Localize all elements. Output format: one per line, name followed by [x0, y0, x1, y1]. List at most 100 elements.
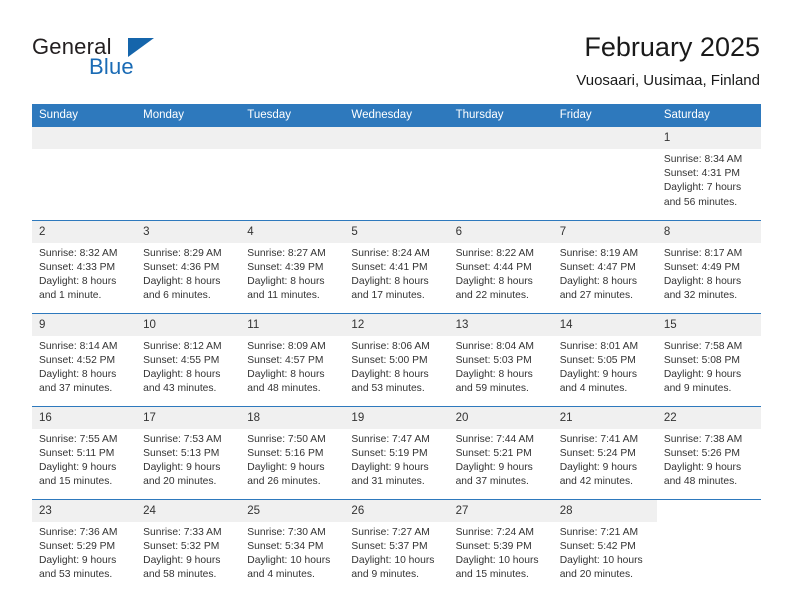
sunrise-time: Sunrise: 8:01 AM — [559, 340, 639, 352]
daylight-duration-line1: Daylight: 9 hours — [663, 461, 742, 473]
sunrise-time: Sunrise: 7:36 AM — [39, 526, 118, 538]
calendar-day-cell[interactable]: 10 Sunrise: 8:12 AM Sunset: 4:55 PM Dayligh… — [136, 312, 241, 406]
daylight-duration-line2: and 15 minutes. — [39, 476, 113, 488]
sunset-time: Sunset: 5:26 PM — [663, 447, 740, 459]
weekday-header-monday: Monday — [136, 104, 241, 127]
day-sun-info: Sunrise: 8:12 AM Sunset: 4:55 PM Daylight:… — [136, 336, 240, 397]
daylight-duration-line2: and 4 minutes. — [247, 569, 315, 581]
calendar-day-cell[interactable]: 7 Sunrise: 8:19 AM Sunset: 4:47 PM Daylight… — [552, 219, 657, 313]
calendar-day-cell-empty — [552, 127, 657, 220]
day-sun-info: Sunrise: 7:41 AM Sunset: 5:24 PM Daylight:… — [553, 429, 657, 490]
weekday-header-wednesday: Wednesday — [344, 104, 449, 127]
calendar-day-cell[interactable]: 5 Sunrise: 8:24 AM Sunset: 4:41 PM Daylight… — [344, 219, 449, 313]
calendar-day-cell[interactable]: 1 Sunrise: 8:34 AM Sunset: 4:31 PM Daylight… — [656, 127, 761, 220]
day-number: 11 — [240, 313, 345, 336]
calendar-day-cell[interactable]: 6 Sunrise: 8:22 AM Sunset: 4:44 PM Daylight… — [448, 219, 553, 313]
day-sun-info: Sunrise: 7:30 AM Sunset: 5:34 PM Daylight:… — [240, 522, 344, 583]
weekday-header-tuesday: Tuesday — [240, 104, 345, 127]
calendar-day-cell[interactable]: 26 Sunrise: 7:27 AM Sunset: 5:37 PM Dayligh… — [344, 498, 449, 592]
sunset-time: Sunset: 5:37 PM — [351, 540, 428, 552]
sunset-time: Sunset: 5:05 PM — [559, 354, 636, 366]
daylight-duration-line2: and 26 minutes. — [247, 476, 321, 488]
calendar-day-cell[interactable]: 20 Sunrise: 7:44 AM Sunset: 5:21 PM Dayligh… — [448, 405, 553, 499]
calendar-day-cell[interactable]: 25 Sunrise: 7:30 AM Sunset: 5:34 PM Dayligh… — [240, 498, 345, 592]
sunrise-time: Sunrise: 7:30 AM — [247, 526, 326, 538]
day-sun-info: Sunrise: 8:04 AM Sunset: 5:03 PM Daylight:… — [449, 336, 553, 397]
calendar-day-cell[interactable]: 15 Sunrise: 7:58 AM Sunset: 5:08 PM Dayligh… — [656, 312, 761, 406]
calendar-day-cell[interactable]: 17 Sunrise: 7:53 AM Sunset: 5:13 PM Dayligh… — [136, 405, 241, 499]
day-number: 25 — [240, 499, 345, 522]
calendar-day-cell[interactable]: 16 Sunrise: 7:55 AM Sunset: 5:11 PM Dayligh… — [32, 405, 137, 499]
sunset-time: Sunset: 5:19 PM — [351, 447, 428, 459]
daylight-duration-line1: Daylight: 8 hours — [351, 368, 429, 380]
calendar-week-row: 2 Sunrise: 8:32 AM Sunset: 4:33 PM Daylight… — [32, 219, 761, 313]
daylight-duration-line2: and 42 minutes. — [559, 476, 633, 488]
sunrise-time: Sunrise: 8:29 AM — [143, 247, 222, 259]
sunset-time: Sunset: 5:13 PM — [143, 447, 220, 459]
day-number: 10 — [136, 313, 241, 336]
calendar-day-cell[interactable]: 4 Sunrise: 8:27 AM Sunset: 4:39 PM Daylight… — [240, 219, 345, 313]
daylight-duration-line2: and 9 minutes. — [351, 569, 419, 581]
calendar-day-cell[interactable]: 8 Sunrise: 8:17 AM Sunset: 4:49 PM Daylight… — [656, 219, 761, 313]
daylight-duration-line1: Daylight: 10 hours — [247, 554, 331, 566]
daylight-duration-line1: Daylight: 10 hours — [559, 554, 643, 566]
sunrise-sunset-calendar: Sunday Monday Tuesday Wednesday Thursday… — [32, 104, 761, 592]
sunrise-time: Sunrise: 7:33 AM — [143, 526, 222, 538]
sunset-time: Sunset: 4:41 PM — [351, 261, 428, 273]
sunrise-time: Sunrise: 8:17 AM — [663, 247, 743, 259]
calendar-day-cell[interactable]: 11 Sunrise: 8:09 AM Sunset: 4:57 PM Dayligh… — [240, 312, 345, 406]
sunset-time: Sunset: 5:29 PM — [39, 540, 116, 552]
sunrise-time: Sunrise: 7:38 AM — [663, 433, 743, 445]
weekday-header-saturday: Saturday — [656, 104, 761, 127]
daylight-duration-line1: Daylight: 10 hours — [351, 554, 435, 566]
calendar-day-cell[interactable]: 14 Sunrise: 8:01 AM Sunset: 5:05 PM Dayligh… — [552, 312, 657, 406]
sunrise-time: Sunrise: 8:14 AM — [39, 340, 118, 352]
day-sun-info: Sunrise: 8:27 AM Sunset: 4:39 PM Daylight:… — [240, 243, 344, 304]
calendar-day-cell[interactable]: 18 Sunrise: 7:50 AM Sunset: 5:16 PM Dayligh… — [240, 405, 345, 499]
sunrise-time: Sunrise: 7:53 AM — [143, 433, 222, 445]
daylight-duration-line1: Daylight: 7 hours — [663, 182, 742, 194]
sunrise-time: Sunrise: 7:41 AM — [559, 433, 639, 445]
calendar-day-cell-empty — [32, 127, 137, 220]
day-number: 1 — [656, 127, 761, 149]
daylight-duration-line1: Daylight: 9 hours — [143, 554, 221, 566]
day-number: 22 — [656, 406, 761, 429]
day-number: 14 — [552, 313, 657, 336]
daylight-duration-line2: and 43 minutes. — [143, 383, 217, 395]
calendar-day-cell[interactable]: 13 Sunrise: 8:04 AM Sunset: 5:03 PM Dayligh… — [448, 312, 553, 406]
daylight-duration-line1: Daylight: 9 hours — [351, 461, 429, 473]
calendar-day-cell[interactable]: 27 Sunrise: 7:24 AM Sunset: 5:39 PM Dayligh… — [448, 498, 553, 592]
daylight-duration-line1: Daylight: 9 hours — [559, 461, 637, 473]
calendar-day-cell[interactable]: 12 Sunrise: 8:06 AM Sunset: 5:00 PM Dayligh… — [344, 312, 449, 406]
daylight-duration-line1: Daylight: 9 hours — [39, 554, 117, 566]
calendar-day-cell[interactable]: 28 Sunrise: 7:21 AM Sunset: 5:42 PM Dayligh… — [552, 498, 657, 592]
page-title: February 2025 — [584, 32, 760, 62]
sunrise-time: Sunrise: 8:34 AM — [663, 154, 743, 165]
calendar-day-cell[interactable]: 9 Sunrise: 8:14 AM Sunset: 4:52 PM Daylight… — [32, 312, 137, 406]
daylight-duration-line1: Daylight: 8 hours — [559, 275, 637, 287]
daylight-duration-line2: and 53 minutes. — [351, 383, 425, 395]
sunrise-time: Sunrise: 7:50 AM — [247, 433, 326, 445]
calendar-day-cell[interactable]: 2 Sunrise: 8:32 AM Sunset: 4:33 PM Daylight… — [32, 219, 137, 313]
calendar-day-cell[interactable]: 21 Sunrise: 7:41 AM Sunset: 5:24 PM Dayligh… — [552, 405, 657, 499]
calendar-day-cell[interactable]: 19 Sunrise: 7:47 AM Sunset: 5:19 PM Dayligh… — [344, 405, 449, 499]
day-sun-info: Sunrise: 7:50 AM Sunset: 5:16 PM Daylight:… — [240, 429, 344, 490]
sunset-time: Sunset: 5:39 PM — [455, 540, 532, 552]
daylight-duration-line2: and 37 minutes. — [39, 383, 113, 395]
daylight-duration-line2: and 48 minutes. — [247, 383, 321, 395]
sunrise-time: Sunrise: 8:06 AM — [351, 340, 430, 352]
day-number: 17 — [136, 406, 241, 429]
sunrise-time: Sunrise: 7:27 AM — [351, 526, 430, 538]
calendar-day-cell[interactable]: 3 Sunrise: 8:29 AM Sunset: 4:36 PM Daylight… — [136, 219, 241, 313]
daylight-duration-line2: and 11 minutes. — [247, 290, 320, 302]
day-sun-info: Sunrise: 7:58 AM Sunset: 5:08 PM Daylight:… — [657, 336, 761, 397]
sunset-time: Sunset: 4:31 PM — [663, 168, 740, 180]
brand-logo[interactable]: General Blue — [32, 34, 272, 90]
day-number: 23 — [32, 499, 137, 522]
daylight-duration-line2: and 58 minutes. — [143, 569, 217, 581]
daylight-duration-line2: and 20 minutes. — [559, 569, 633, 581]
calendar-day-cell[interactable]: 23 Sunrise: 7:36 AM Sunset: 5:29 PM Dayligh… — [32, 498, 137, 592]
calendar-day-cell[interactable]: 22 Sunrise: 7:38 AM Sunset: 5:26 PM Dayligh… — [656, 405, 761, 499]
calendar-day-cell[interactable]: 24 Sunrise: 7:33 AM Sunset: 5:32 PM Dayligh… — [136, 498, 241, 592]
day-number: 2 — [32, 220, 137, 243]
